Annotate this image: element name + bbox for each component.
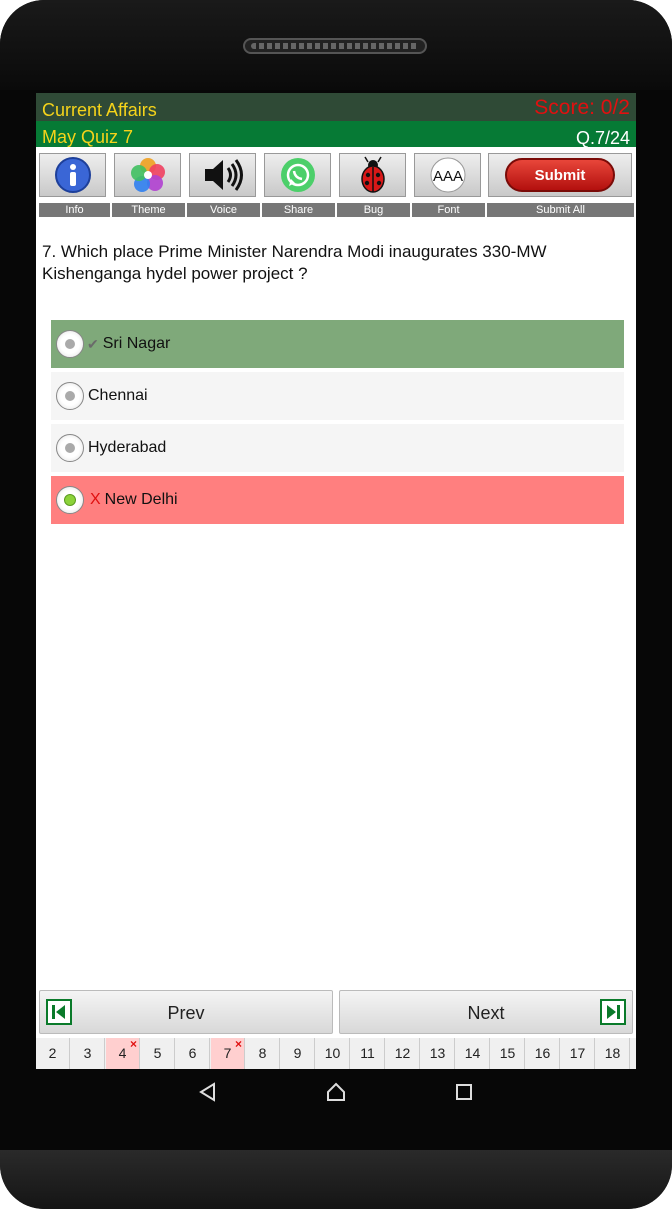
home-icon[interactable] [325,1081,347,1103]
question-number-11[interactable]: 11 [351,1038,385,1069]
font-size-icon: AAA [430,157,465,193]
voice-button[interactable] [189,153,256,197]
recents-icon[interactable] [453,1081,475,1103]
answer-option[interactable]: Chennai [51,372,624,420]
voice-label: Voice [187,203,260,217]
whatsapp-icon [280,158,315,192]
question-number-8[interactable]: 8 [246,1038,280,1069]
submit-button[interactable]: Submit [488,153,632,197]
question-number-3[interactable]: 3 [71,1038,105,1069]
question-number-label: 2 [48,1045,57,1061]
answer-option[interactable]: ✔ Sri Nagar [51,320,624,368]
question-number-label: 13 [429,1045,446,1061]
option-label: Sri Nagar [102,335,171,352]
wrong-answer-icon: × [129,1037,137,1051]
font-button[interactable]: AAA [414,153,481,197]
system-navigation-bar [0,1069,672,1117]
wrong-mark-icon: X [90,491,101,508]
question-number-4[interactable]: 4 × [106,1037,140,1069]
info-button[interactable] [39,153,106,197]
option-label: Chennai [88,387,148,404]
question-number-16[interactable]: 16 [526,1038,560,1069]
radio-button[interactable] [56,434,84,462]
phone-top-bezel [0,0,672,90]
radio-dot-selected [64,494,76,506]
radio-dot [65,443,75,453]
share-label: Share [262,203,335,217]
phone-frame: Current Affairs Score: 0/2 May Quiz 7 Q.… [0,0,672,1209]
option-label: New Delhi [104,491,178,508]
question-number-label: 9 [293,1045,302,1061]
radio-button[interactable] [56,330,84,358]
toolbar: AAA Submit Info Theme Voice Share Bug Fo… [36,150,636,217]
prev-button[interactable]: Prev [39,990,333,1034]
radio-dot [65,391,75,401]
question-number-label: 12 [394,1045,411,1061]
theme-label: Theme [112,203,185,217]
question-number-5[interactable]: 5 [141,1038,175,1069]
font-label: Font [412,203,485,217]
ladybug-icon [360,156,385,193]
check-mark-icon: ✔ [87,335,99,352]
question-number-label: 17 [569,1045,586,1061]
question-number-15[interactable]: 15 [491,1038,525,1069]
option-label: Hyderabad [88,439,167,456]
share-button[interactable] [264,153,331,197]
speaker-icon [204,159,243,191]
svg-text:AAA: AAA [432,168,462,185]
question-number-label: 15 [499,1045,516,1061]
phone-bottom-bezel [0,1150,672,1209]
radio-dot [65,339,75,349]
radio-button[interactable] [56,486,84,514]
skip-forward-icon [600,999,626,1025]
question-number-9[interactable]: 9 [281,1038,315,1069]
question-number-label: 14 [464,1045,481,1061]
answer-option[interactable]: X New Delhi [51,476,624,524]
wrong-answer-icon: × [234,1037,242,1051]
question-number-strip: 2 3 4 × 5 6 7 × 8 9 10 11 12 13 14 15 16 17 18 [36,1037,636,1069]
app-title: Current Affairs [42,100,157,120]
question-number-label: 16 [534,1045,551,1061]
question-number-label: 4 [118,1045,127,1061]
question-number-17[interactable]: 17 [561,1038,595,1069]
question-number-13[interactable]: 13 [421,1038,455,1069]
earpiece-speaker [243,38,427,54]
bug-label: Bug [337,203,410,217]
app-screen: Current Affairs Score: 0/2 May Quiz 7 Q.… [36,93,636,1069]
question-text: 7. Which place Prime Minister Narendra M… [42,242,547,283]
question-counter: Q.7/24 [575,128,630,148]
radio-button[interactable] [56,382,84,410]
question-number-2[interactable]: 2 [36,1038,70,1069]
prev-label: Prev [167,1003,205,1023]
question-number-label: 8 [258,1045,267,1061]
question-number-label: 18 [604,1045,621,1061]
question-number-6[interactable]: 6 [176,1038,210,1069]
question-number-label: 3 [83,1045,92,1061]
question-number-label: 6 [188,1045,197,1061]
quiz-name: May Quiz 7 [42,127,134,147]
question-number-label: 10 [324,1045,341,1061]
question-number-label: 5 [153,1045,162,1061]
title-bar: Current Affairs Score: 0/2 [36,93,636,121]
next-label: Next [467,1003,505,1023]
answer-option[interactable]: Hyderabad [51,424,624,472]
question-number-label: 7 [223,1045,232,1061]
submit-all-label: Submit All [487,203,634,217]
question-number-10[interactable]: 10 [316,1038,350,1069]
question-number-14[interactable]: 14 [456,1038,490,1069]
back-icon[interactable] [197,1081,219,1103]
quiz-subtitle-bar: May Quiz 7 Q.7/24 [36,121,636,149]
next-button[interactable]: Next [339,990,633,1034]
info-icon [54,157,91,193]
theme-icon [130,158,165,192]
question-number-7[interactable]: 7 × [211,1037,245,1069]
info-label: Info [39,203,110,217]
bug-button[interactable] [339,153,406,197]
score-display: Score: 0/2 [534,96,630,119]
question-number-label: 11 [360,1045,375,1061]
question-number-12[interactable]: 12 [386,1038,420,1069]
submit-button-label: Submit [505,158,615,192]
question-number-18[interactable]: 18 [596,1038,630,1069]
theme-button[interactable] [114,153,181,197]
